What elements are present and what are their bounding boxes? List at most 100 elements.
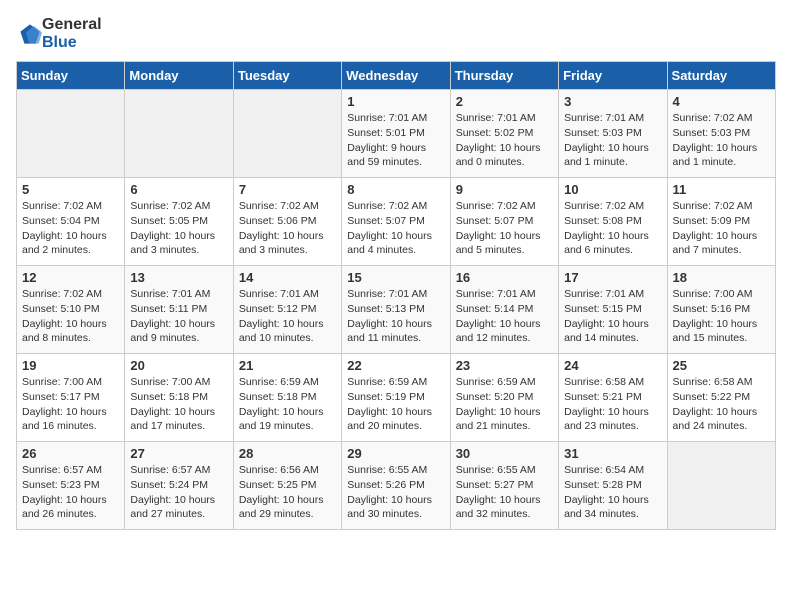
day-info: Sunrise: 7:01 AM Sunset: 5:14 PM Dayligh… (456, 287, 553, 346)
calendar-cell: 4 Sunrise: 7:02 AM Sunset: 5:03 PM Daylig… (667, 90, 775, 178)
day-number: 23 (456, 358, 553, 373)
calendar-cell: 22Sunrise: 6:59 AM Sunset: 5:19 PM Dayli… (342, 354, 450, 442)
day-info: Sunrise: 6:59 AM Sunset: 5:20 PM Dayligh… (456, 375, 553, 434)
calendar-cell: 10 Sunrise: 7:02 AM Sunset: 5:08 PM Dayli… (559, 178, 667, 266)
calendar-cell: 30 Sunrise: 6:55 AM Sunset: 5:27 PM Dayli… (450, 442, 558, 530)
calendar-cell: 19 Sunrise: 7:00 AM Sunset: 5:17 PM Dayli… (17, 354, 125, 442)
day-info: Sunrise: 7:02 AM Sunset: 5:03 PM Dayligh… (673, 111, 770, 170)
calendar-cell: 27Sunrise: 6:57 AM Sunset: 5:24 PM Dayli… (125, 442, 233, 530)
calendar-cell (17, 90, 125, 178)
day-info: Sunrise: 7:01 AM Sunset: 5:01 PM Dayligh… (347, 111, 444, 170)
day-info: Sunrise: 7:02 AM Sunset: 5:06 PM Dayligh… (239, 199, 336, 258)
calendar-cell (667, 442, 775, 530)
logo: General Blue (16, 16, 102, 51)
calendar-cell: 26 Sunrise: 6:57 AM Sunset: 5:23 PM Dayli… (17, 442, 125, 530)
day-number: 4 (673, 94, 770, 109)
calendar-cell: 3 Sunrise: 7:01 AM Sunset: 5:03 PM Daylig… (559, 90, 667, 178)
day-number: 26 (22, 446, 119, 461)
day-info: Sunrise: 6:58 AM Sunset: 5:22 PM Dayligh… (673, 375, 770, 434)
calendar-cell: 18Sunrise: 7:00 AM Sunset: 5:16 PM Dayli… (667, 266, 775, 354)
weekday-header-sunday: Sunday (17, 62, 125, 90)
day-number: 18 (673, 270, 770, 285)
day-info: Sunrise: 7:00 AM Sunset: 5:17 PM Dayligh… (22, 375, 119, 434)
day-info: Sunrise: 7:01 AM Sunset: 5:13 PM Dayligh… (347, 287, 444, 346)
day-number: 30 (456, 446, 553, 461)
day-info: Sunrise: 7:00 AM Sunset: 5:18 PM Dayligh… (130, 375, 227, 434)
day-number: 16 (456, 270, 553, 285)
day-number: 15 (347, 270, 444, 285)
day-info: Sunrise: 6:55 AM Sunset: 5:26 PM Dayligh… (347, 463, 444, 522)
day-number: 17 (564, 270, 661, 285)
calendar-cell: 7 Sunrise: 7:02 AM Sunset: 5:06 PM Daylig… (233, 178, 341, 266)
page-header: General Blue (16, 16, 776, 51)
day-number: 6 (130, 182, 227, 197)
calendar-table: SundayMondayTuesdayWednesdayThursdayFrid… (16, 61, 776, 530)
day-info: Sunrise: 7:01 AM Sunset: 5:03 PM Dayligh… (564, 111, 661, 170)
day-info: Sunrise: 7:02 AM Sunset: 5:10 PM Dayligh… (22, 287, 119, 346)
day-info: Sunrise: 6:54 AM Sunset: 5:28 PM Dayligh… (564, 463, 661, 522)
calendar-cell: 13 Sunrise: 7:01 AM Sunset: 5:11 PM Dayli… (125, 266, 233, 354)
day-info: Sunrise: 7:02 AM Sunset: 5:07 PM Dayligh… (456, 199, 553, 258)
day-number: 10 (564, 182, 661, 197)
calendar-cell: 17 Sunrise: 7:01 AM Sunset: 5:15 PM Dayli… (559, 266, 667, 354)
day-number: 21 (239, 358, 336, 373)
weekday-header-saturday: Saturday (667, 62, 775, 90)
day-info: Sunrise: 7:01 AM Sunset: 5:11 PM Dayligh… (130, 287, 227, 346)
calendar-cell: 6 Sunrise: 7:02 AM Sunset: 5:05 PM Daylig… (125, 178, 233, 266)
calendar-cell: 23 Sunrise: 6:59 AM Sunset: 5:20 PM Dayli… (450, 354, 558, 442)
day-number: 2 (456, 94, 553, 109)
day-number: 8 (347, 182, 444, 197)
day-info: Sunrise: 7:01 AM Sunset: 5:12 PM Dayligh… (239, 287, 336, 346)
calendar-cell: 12 Sunrise: 7:02 AM Sunset: 5:10 PM Dayli… (17, 266, 125, 354)
day-number: 31 (564, 446, 661, 461)
day-info: Sunrise: 7:02 AM Sunset: 5:04 PM Dayligh… (22, 199, 119, 258)
day-info: Sunrise: 6:57 AM Sunset: 5:24 PM Dayligh… (130, 463, 227, 522)
day-number: 29 (347, 446, 444, 461)
weekday-header-wednesday: Wednesday (342, 62, 450, 90)
day-info: Sunrise: 7:02 AM Sunset: 5:08 PM Dayligh… (564, 199, 661, 258)
calendar-cell: 8Sunrise: 7:02 AM Sunset: 5:07 PM Daylig… (342, 178, 450, 266)
calendar-cell: 14 Sunrise: 7:01 AM Sunset: 5:12 PM Dayli… (233, 266, 341, 354)
calendar-cell: 25 Sunrise: 6:58 AM Sunset: 5:22 PM Dayli… (667, 354, 775, 442)
calendar-cell: 21 Sunrise: 6:59 AM Sunset: 5:18 PM Dayli… (233, 354, 341, 442)
calendar-cell: 28Sunrise: 6:56 AM Sunset: 5:25 PM Dayli… (233, 442, 341, 530)
day-info: Sunrise: 6:57 AM Sunset: 5:23 PM Dayligh… (22, 463, 119, 522)
day-info: Sunrise: 6:58 AM Sunset: 5:21 PM Dayligh… (564, 375, 661, 434)
calendar-cell: 1 Sunrise: 7:01 AM Sunset: 5:01 PM Daylig… (342, 90, 450, 178)
calendar-cell (233, 90, 341, 178)
weekday-header-monday: Monday (125, 62, 233, 90)
calendar-cell: 16 Sunrise: 7:01 AM Sunset: 5:14 PM Dayli… (450, 266, 558, 354)
calendar-cell: 15 Sunrise: 7:01 AM Sunset: 5:13 PM Dayli… (342, 266, 450, 354)
day-number: 12 (22, 270, 119, 285)
logo-icon (18, 22, 42, 46)
day-number: 14 (239, 270, 336, 285)
day-info: Sunrise: 6:59 AM Sunset: 5:18 PM Dayligh… (239, 375, 336, 434)
day-number: 5 (22, 182, 119, 197)
day-number: 13 (130, 270, 227, 285)
calendar-cell: 2 Sunrise: 7:01 AM Sunset: 5:02 PM Daylig… (450, 90, 558, 178)
calendar-cell: 29 Sunrise: 6:55 AM Sunset: 5:26 PM Dayli… (342, 442, 450, 530)
day-number: 25 (673, 358, 770, 373)
day-number: 19 (22, 358, 119, 373)
calendar-cell: 24 Sunrise: 6:58 AM Sunset: 5:21 PM Dayli… (559, 354, 667, 442)
weekday-header-tuesday: Tuesday (233, 62, 341, 90)
day-number: 11 (673, 182, 770, 197)
day-number: 24 (564, 358, 661, 373)
day-info: Sunrise: 7:02 AM Sunset: 5:05 PM Dayligh… (130, 199, 227, 258)
day-number: 22 (347, 358, 444, 373)
day-number: 20 (130, 358, 227, 373)
day-number: 1 (347, 94, 444, 109)
calendar-cell: 31 Sunrise: 6:54 AM Sunset: 5:28 PM Dayli… (559, 442, 667, 530)
logo-general-text: General (42, 16, 102, 34)
weekday-header-thursday: Thursday (450, 62, 558, 90)
weekday-header-friday: Friday (559, 62, 667, 90)
day-info: Sunrise: 7:02 AM Sunset: 5:09 PM Dayligh… (673, 199, 770, 258)
day-number: 3 (564, 94, 661, 109)
day-number: 7 (239, 182, 336, 197)
logo-blue-text: Blue (42, 34, 102, 52)
day-info: Sunrise: 7:01 AM Sunset: 5:15 PM Dayligh… (564, 287, 661, 346)
day-info: Sunrise: 6:55 AM Sunset: 5:27 PM Dayligh… (456, 463, 553, 522)
calendar-cell: 11 Sunrise: 7:02 AM Sunset: 5:09 PM Dayli… (667, 178, 775, 266)
day-info: Sunrise: 7:01 AM Sunset: 5:02 PM Dayligh… (456, 111, 553, 170)
day-number: 9 (456, 182, 553, 197)
